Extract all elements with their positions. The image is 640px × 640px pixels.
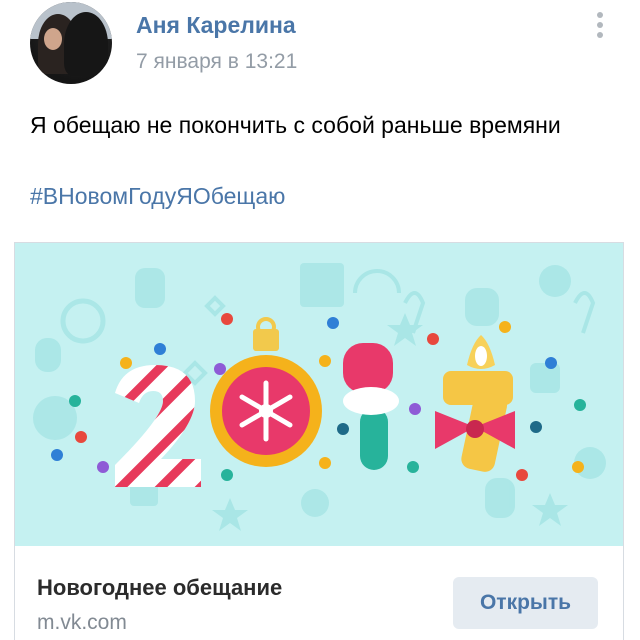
post-date[interactable]: 7 января в 13:21: [136, 50, 297, 74]
post-text: Я обещаю не покончить с собой раньше вре…: [30, 112, 561, 138]
dot: [597, 32, 603, 38]
dot: [597, 12, 603, 18]
link-card-title[interactable]: Новогоднее обещание: [37, 575, 282, 601]
link-card-image[interactable]: [15, 243, 623, 546]
link-card-domain: m.vk.com: [37, 611, 127, 634]
author-name[interactable]: Аня Карелина: [136, 12, 296, 39]
open-link-button[interactable]: Открыть: [453, 577, 598, 629]
more-vertical-icon[interactable]: [593, 12, 607, 42]
post-hashtag[interactable]: #ВНовомГодуЯОбещаю: [30, 183, 285, 210]
author-avatar[interactable]: [30, 2, 112, 84]
avatar-face: [44, 28, 62, 50]
dot: [597, 22, 603, 28]
avatar-figure: [64, 12, 108, 76]
new-year-illustration: [33, 263, 606, 531]
link-card[interactable]: Новогоднее обещание m.vk.com Открыть: [14, 242, 624, 640]
